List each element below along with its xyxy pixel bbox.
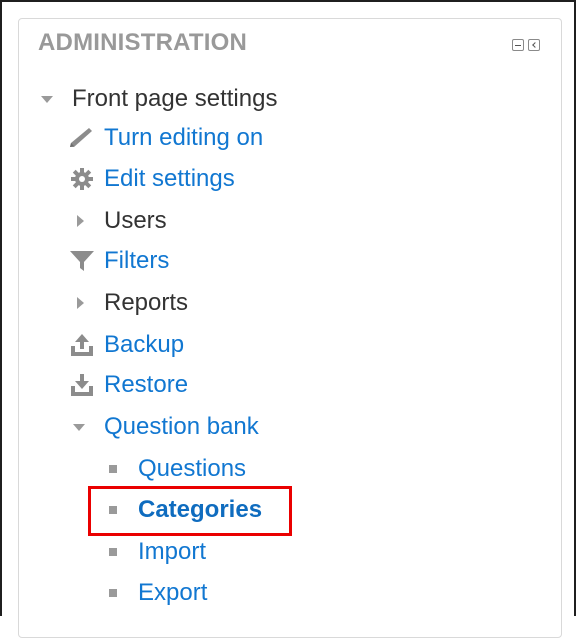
tree-item-restore[interactable]: Restore — [66, 368, 188, 402]
dock-icon[interactable] — [528, 39, 540, 51]
bullet-icon — [108, 465, 118, 473]
tree-item-edit-settings[interactable]: Edit settings — [66, 162, 235, 196]
collapse-icon[interactable] — [512, 39, 524, 51]
bullet-icon — [108, 548, 118, 556]
tree-item-questions[interactable]: Questions — [108, 452, 246, 486]
caret-down-icon[interactable] — [72, 423, 86, 431]
upload-icon — [66, 332, 98, 358]
funnel-icon — [66, 249, 98, 273]
tree-item-export[interactable]: Export — [108, 576, 207, 610]
pencil-icon — [66, 127, 98, 149]
caret-right-icon[interactable] — [74, 297, 86, 309]
gear-icon — [66, 167, 98, 191]
download-icon — [66, 372, 98, 398]
tree-item-turn-editing-on[interactable]: Turn editing on — [66, 121, 263, 155]
tree-item-label[interactable]: Users — [104, 207, 167, 235]
tree-item-users[interactable]: Users — [74, 204, 167, 238]
caret-down-icon[interactable] — [40, 95, 54, 103]
administration-block-frame: ADMINISTRATION Front page settings Turn … — [0, 0, 576, 638]
tree-item-label[interactable]: Filters — [104, 247, 169, 275]
bullet-icon — [108, 589, 118, 597]
tree-item-label[interactable]: Questions — [138, 455, 246, 483]
tree-item-reports[interactable]: Reports — [74, 286, 188, 320]
tree-item-label[interactable]: Edit settings — [104, 165, 235, 193]
block-title: ADMINISTRATION — [38, 29, 248, 56]
tree-item-label[interactable]: Reports — [104, 289, 188, 317]
tree-item-label[interactable]: Restore — [104, 371, 188, 399]
tree-item-filters[interactable]: Filters — [66, 244, 169, 278]
highlight-box — [88, 486, 292, 536]
tree-item-label[interactable]: Turn editing on — [104, 124, 263, 152]
caret-right-icon[interactable] — [74, 215, 86, 227]
tree-item-backup[interactable]: Backup — [66, 328, 184, 362]
tree-item-label[interactable]: Front page settings — [72, 85, 277, 113]
tree-item-label[interactable]: Import — [138, 538, 206, 566]
tree-item-question-bank[interactable]: Question bank — [72, 410, 259, 444]
tree-item-front-page-settings[interactable]: Front page settings — [40, 82, 277, 116]
tree-item-label[interactable]: Backup — [104, 331, 184, 359]
tree-item-label[interactable]: Question bank — [104, 413, 259, 441]
tree-item-import[interactable]: Import — [108, 535, 206, 569]
tree-item-label[interactable]: Export — [138, 579, 207, 607]
